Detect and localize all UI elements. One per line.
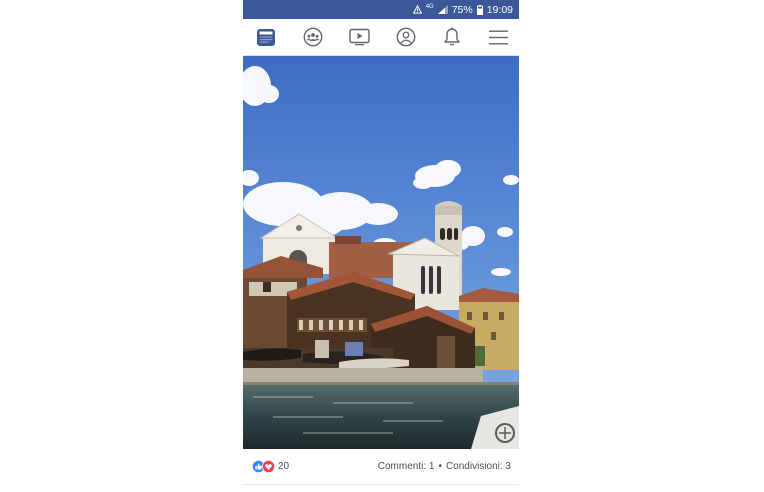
love-reaction-icon (262, 460, 275, 473)
battery-icon (476, 4, 483, 15)
warning-icon (412, 5, 422, 14)
menu-icon (489, 30, 509, 44)
post-stats: Commenti: 1 • Condivisioni: 3 (378, 461, 511, 472)
tab-notifications[interactable] (441, 26, 463, 48)
status-bar: 4G 75% 19:09 (243, 0, 519, 19)
phone-screen: 4G 75% 19:09 20 Commenti: 1 • Condivisio… (243, 0, 519, 492)
shares-count-link[interactable]: Condivisioni: 3 (446, 461, 511, 472)
tab-menu[interactable] (488, 26, 510, 48)
network-type: 4G (425, 4, 434, 10)
battery-percent: 75% (451, 3, 473, 16)
reaction-icons (252, 460, 275, 473)
clock: 19:09 (486, 3, 513, 16)
reaction-count: 20 (278, 461, 290, 472)
profile-icon (396, 27, 416, 47)
signal-icon (437, 5, 448, 14)
tab-news-feed[interactable] (255, 26, 277, 48)
top-navigation (243, 19, 519, 56)
news-feed-icon (257, 28, 275, 46)
watch-icon (348, 28, 370, 46)
comments-count-link[interactable]: Commenti: 1 (378, 461, 435, 472)
tab-groups[interactable] (302, 26, 324, 48)
groups-icon (303, 27, 322, 47)
stats-separator: • (438, 461, 442, 472)
tab-profile[interactable] (395, 26, 417, 48)
notifications-bell-icon (444, 27, 461, 46)
reactions-summary[interactable]: 20 (252, 460, 289, 473)
post-photo[interactable] (243, 56, 519, 449)
post-footer: 20 Commenti: 1 • Condivisioni: 3 (243, 449, 519, 485)
tab-watch[interactable] (348, 26, 370, 48)
